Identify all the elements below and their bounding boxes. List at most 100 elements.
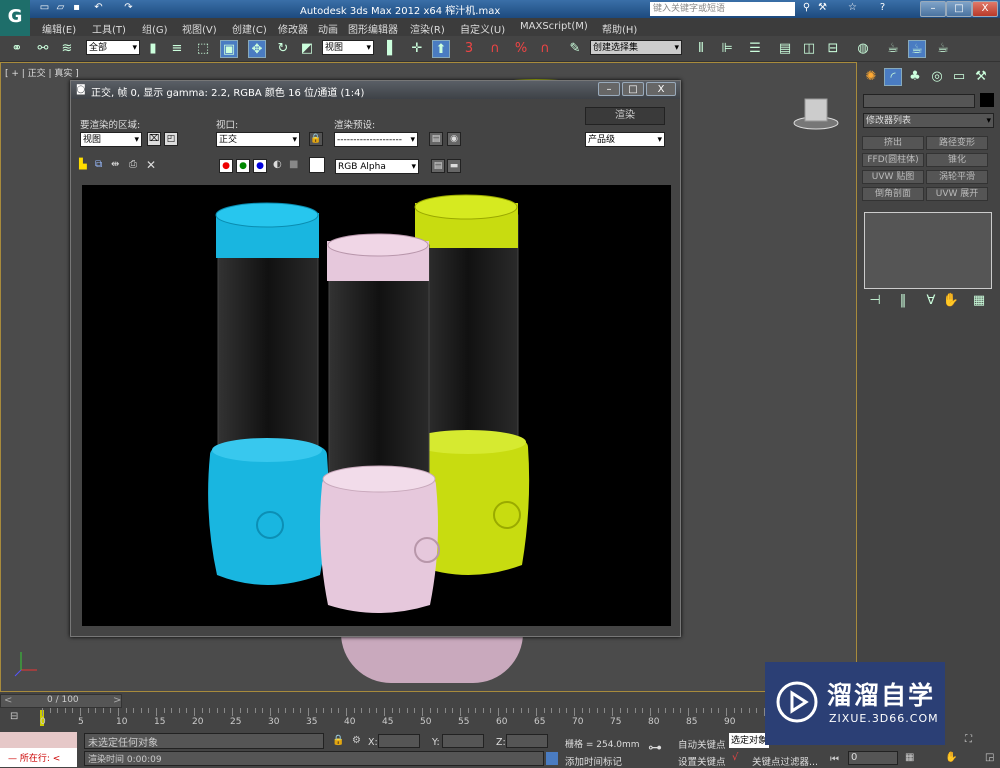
time-tag-icon[interactable] [546, 752, 558, 765]
show-end-result-icon[interactable]: ‖ [894, 292, 912, 310]
new-file-icon[interactable]: ▭ [38, 2, 51, 15]
selection-filter-dropdown[interactable]: 全部 [86, 40, 140, 56]
current-frame-field[interactable]: 0 [848, 751, 898, 765]
save-image-icon[interactable]: ▙ [79, 159, 87, 170]
key-mode-toggle-icon[interactable]: ⏮ [830, 754, 839, 765]
remove-modifier-icon[interactable]: ✋ [942, 292, 960, 310]
add-time-tag[interactable]: 添加时间标记 [565, 754, 622, 768]
dialog-maximize-button[interactable]: □ [622, 82, 644, 96]
align-icon[interactable]: ⊫ [718, 40, 736, 58]
menu-group[interactable]: 组(G) [142, 21, 168, 36]
selection-lock-icon[interactable]: 🔒 [332, 735, 344, 746]
make-unique-icon[interactable]: ∀ [922, 292, 940, 310]
pan-icon[interactable]: ✋ [945, 752, 957, 763]
utilities-tab-icon[interactable]: ⚒ [972, 68, 990, 86]
select-by-name-icon[interactable]: ≡ [168, 40, 186, 58]
blue-channel-toggle[interactable]: ● [253, 159, 267, 173]
key-filters-button[interactable]: 关键点过滤器... [752, 754, 818, 768]
menu-tools[interactable]: 工具(T) [92, 21, 126, 36]
modify-tab-icon[interactable]: ◜ [884, 68, 902, 86]
x-field[interactable] [378, 734, 420, 748]
rectangle-selection-icon[interactable]: ⬚ [194, 40, 212, 58]
curve-editor-icon[interactable]: ◫ [800, 40, 818, 58]
modifier-stack[interactable] [864, 212, 992, 289]
clone-window-icon[interactable]: ⇹ [111, 159, 119, 170]
modifier-path-deform-button[interactable]: 路径变形 [926, 136, 988, 150]
print-icon[interactable]: ⎙ [129, 159, 137, 170]
menu-edit[interactable]: 编辑(E) [42, 21, 76, 36]
bind-space-warp-icon[interactable]: ≋ [58, 40, 76, 58]
pivot-center-icon[interactable]: ▐ [378, 40, 396, 58]
select-object-icon[interactable]: ▮ [144, 40, 162, 58]
schematic-view-icon[interactable]: ⊟ [824, 40, 842, 58]
y-field[interactable] [442, 734, 484, 748]
mirror-icon[interactable]: ⫴ [692, 40, 710, 58]
manipulate-icon[interactable]: ✛ [408, 40, 426, 58]
quality-dropdown[interactable]: 产品级 [585, 132, 665, 148]
window-crossing-icon[interactable]: ▣ [220, 40, 238, 58]
area-dropdown[interactable]: 视图 [80, 132, 142, 148]
copy-image-icon[interactable]: ⧉ [95, 159, 102, 170]
maxscript-listener[interactable] [0, 732, 77, 748]
rendered-frame-window-icon[interactable]: ☕ [908, 40, 926, 58]
link-icon[interactable]: ⚭ [8, 40, 26, 58]
red-channel-toggle[interactable]: ● [219, 159, 233, 173]
zoom-extents-icon[interactable]: ⛶ [965, 734, 972, 745]
modifier-bevel-profile-button[interactable]: 倒角剖面 [862, 187, 924, 201]
spinner-snap-icon[interactable]: ∩ [536, 40, 554, 58]
mini-curve-editor-icon[interactable]: ⊟ [10, 711, 18, 722]
app-logo[interactable]: G [0, 0, 30, 36]
render-setup-icon[interactable]: ☕ [884, 40, 902, 58]
modifier-taper-button[interactable]: 锥化 [926, 153, 988, 167]
menu-customize[interactable]: 自定义(U) [460, 21, 505, 36]
search-input[interactable]: 键入关键字或短语 [650, 2, 795, 16]
environment-icon[interactable]: ◉ [447, 132, 461, 146]
menu-help[interactable]: 帮助(H) [602, 21, 637, 36]
edit-region-icon[interactable]: ⌧ [147, 132, 161, 146]
render-button[interactable]: 渲染 [585, 107, 665, 125]
channel-dropdown[interactable]: RGB Alpha [335, 159, 419, 175]
angle-snap-icon[interactable]: ∩ [486, 40, 504, 58]
configure-modifier-sets-icon[interactable]: ▦ [970, 292, 988, 310]
render-setup-icon[interactable]: ▤ [429, 132, 443, 146]
key-icon[interactable]: ⊶ [648, 740, 662, 756]
snap-toggle-icon[interactable]: 3 [460, 40, 478, 58]
time-slider[interactable]: < 0 / 100 > [0, 694, 122, 708]
alpha-channel-icon[interactable]: ◐ [273, 159, 282, 170]
auto-region-icon[interactable]: ◰ [164, 132, 178, 146]
hierarchy-tab-icon[interactable]: ♣ [906, 68, 924, 86]
lock-icon[interactable]: 🔒 [309, 132, 323, 146]
viewport-label[interactable]: [ + | 正交 | 真实 ] [5, 66, 79, 79]
dialog-close-button[interactable]: X [646, 82, 676, 96]
viewport-dropdown[interactable]: 正交 [216, 132, 300, 148]
edit-named-selection-icon[interactable]: ✎ [566, 40, 584, 58]
keyboard-shortcut-icon[interactable]: ⬆ [432, 40, 450, 58]
create-tab-icon[interactable]: ✺ [862, 68, 880, 86]
toggle-ui-icon[interactable]: ▬ [447, 159, 461, 173]
graphite-icon[interactable]: ▤ [776, 40, 794, 58]
time-config-icon[interactable]: ▦ [905, 752, 914, 763]
menu-graph-editors[interactable]: 图形编辑器 [348, 21, 398, 36]
reference-coord-dropdown[interactable]: 视图 [322, 40, 374, 56]
rotate-icon[interactable]: ↻ [274, 40, 292, 58]
layer-manager-icon[interactable]: ☰ [746, 40, 764, 58]
auto-key-button[interactable]: 自动关键点 [678, 737, 726, 751]
scale-icon[interactable]: ◩ [298, 40, 316, 58]
toggle-ui-overlay-icon[interactable]: ▤ [431, 159, 445, 173]
object-name-field[interactable] [863, 94, 975, 108]
render-production-icon[interactable]: ☕ [934, 40, 952, 58]
star-icon[interactable]: ☆ [846, 2, 859, 15]
green-channel-toggle[interactable]: ● [236, 159, 250, 173]
dialog-minimize-button[interactable]: – [598, 82, 620, 96]
modifier-uvw-map-button[interactable]: UVW 贴图 [862, 170, 924, 184]
menu-maxscript[interactable]: MAXScript(M) [520, 21, 588, 32]
material-editor-icon[interactable]: ◍ [854, 40, 872, 58]
display-tab-icon[interactable]: ▭ [950, 68, 968, 86]
maximize-viewport-icon[interactable]: ◲ [985, 752, 994, 763]
absolute-mode-icon[interactable]: ⚙ [352, 735, 361, 746]
set-key-button[interactable]: 设置关键点 [678, 754, 726, 768]
maximize-button[interactable]: □ [946, 1, 972, 17]
viewcube[interactable] [791, 93, 841, 131]
monochrome-icon[interactable]: ■ [289, 159, 298, 170]
menu-rendering[interactable]: 渲染(R) [410, 21, 445, 36]
